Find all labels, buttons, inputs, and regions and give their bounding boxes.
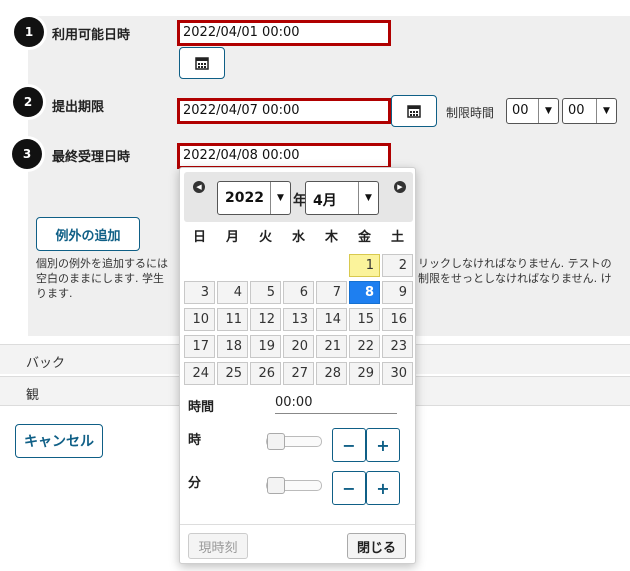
calendar-day[interactable]: 3 <box>184 281 215 304</box>
weekday-label: 日 <box>192 230 206 245</box>
calendar-day[interactable]: 10 <box>184 308 215 331</box>
calendar-icon <box>195 57 209 70</box>
time-limit-minute-select[interactable]: 00 ▼ <box>562 98 617 124</box>
description-line: 制限をせっとしなければなりません. け <box>418 272 612 285</box>
time-limit-hour-select[interactable]: 00 ▼ <box>506 98 559 124</box>
due-date-input[interactable]: 2022/04/07 00:00 <box>177 98 391 124</box>
calendar-day[interactable]: 6 <box>283 281 314 304</box>
time-limit-hour-value: 00 <box>512 103 529 118</box>
hour-slider-handle[interactable] <box>267 433 285 450</box>
prev-month-icon[interactable]: ◀ <box>193 181 205 193</box>
step-badge-1: 1 <box>14 17 44 47</box>
chevron-down-icon: ▼ <box>538 99 558 123</box>
calendar-day[interactable]: 11 <box>217 308 248 331</box>
calendar-day[interactable]: 24 <box>184 362 215 385</box>
hour-increment-button[interactable]: + <box>366 428 400 462</box>
calendar-day[interactable]: 18 <box>217 335 248 358</box>
calendar-day[interactable]: 19 <box>250 335 281 358</box>
weekday-label: 土 <box>390 230 404 245</box>
weekday-label: 木 <box>324 230 338 245</box>
weekday-label: 水 <box>291 230 305 245</box>
hour-decrement-button[interactable]: − <box>332 428 366 462</box>
picker-footer-divider <box>180 524 415 525</box>
next-month-icon[interactable]: ▶ <box>394 181 406 193</box>
calendar-day[interactable]: 29 <box>349 362 380 385</box>
weekday-label: 月 <box>225 230 239 245</box>
cancel-button[interactable]: キャンセル <box>15 424 103 458</box>
step-badge-2: 2 <box>13 87 43 117</box>
calendar-day[interactable]: 5 <box>250 281 281 304</box>
minute-decrement-button[interactable]: − <box>332 471 366 505</box>
calendar-day[interactable]: 17 <box>184 335 215 358</box>
calendar-day[interactable]: 26 <box>250 362 281 385</box>
weekday-label: 金 <box>357 230 371 245</box>
chevron-down-icon: ▼ <box>358 182 378 214</box>
available-from-calendar-button[interactable] <box>179 47 225 79</box>
assignment-dates-form: 1 利用可能日時 2022/04/01 00:00 2 提出期限 2022/04… <box>0 0 630 571</box>
calendar-day[interactable]: 12 <box>250 308 281 331</box>
date-picker-popup: ◀ 2022 ▼ 年 4月 ▼ ▶ 日月火水木金土 1 2 3 4 5 6 7 8 9 10 11 1… <box>179 167 416 564</box>
calendar-day[interactable]: 20 <box>283 335 314 358</box>
time-label: 時間 <box>188 400 215 415</box>
year-select[interactable]: 2022 ▼ <box>217 181 291 215</box>
calendar-day[interactable]: 27 <box>283 362 314 385</box>
description-line: リックしなければなりません. テストの <box>418 257 612 270</box>
time-limit-label: 制限時間 <box>446 106 495 120</box>
calendar-day[interactable]: 9 <box>382 281 413 304</box>
calendar-day[interactable]: 23 <box>382 335 413 358</box>
calendar-day[interactable]: 4 <box>217 281 248 304</box>
calendar-day[interactable]: 22 <box>349 335 380 358</box>
step-badge-3: 3 <box>12 139 42 169</box>
minute-label: 分 <box>188 476 202 491</box>
minute-slider-handle[interactable] <box>267 477 285 494</box>
calendar-day[interactable]: 1 <box>349 254 380 277</box>
cutoff-date-input[interactable]: 2022/04/08 00:00 <box>177 143 391 169</box>
calendar-day[interactable]: 25 <box>217 362 248 385</box>
calendar-day[interactable]: 15 <box>349 308 380 331</box>
calendar-day[interactable]: 7 <box>316 281 347 304</box>
calendar-day[interactable]: 14 <box>316 308 347 331</box>
time-limit-minute-value: 00 <box>568 103 585 118</box>
minute-increment-button[interactable]: + <box>366 471 400 505</box>
calendar-day[interactable]: 13 <box>283 308 314 331</box>
overview-section-label: 観 <box>26 388 40 403</box>
calendar-day[interactable]: 28 <box>316 362 347 385</box>
calendar-day[interactable]: 2 <box>382 254 413 277</box>
feedback-section-label: バック <box>26 356 66 371</box>
month-value: 4月 <box>313 193 337 209</box>
chevron-down-icon: ▼ <box>596 99 616 123</box>
calendar-icon <box>407 105 421 118</box>
due-date-label: 提出期限 <box>52 100 105 115</box>
add-exception-button[interactable]: 例外の追加 <box>36 217 140 251</box>
minute-slider[interactable] <box>266 477 322 494</box>
hour-label: 時 <box>188 433 202 448</box>
chevron-down-icon: ▼ <box>270 182 290 214</box>
weekday-label: 火 <box>258 230 272 245</box>
month-select[interactable]: 4月 ▼ <box>305 181 379 215</box>
calendar-day[interactable]: 21 <box>316 335 347 358</box>
available-from-input[interactable]: 2022/04/01 00:00 <box>177 20 391 46</box>
hour-slider[interactable] <box>266 433 322 450</box>
calendar-day[interactable]: 30 <box>382 362 413 385</box>
close-button[interactable]: 閉じる <box>347 533 406 559</box>
available-from-label: 利用可能日時 <box>52 28 131 43</box>
due-date-calendar-button[interactable] <box>391 95 437 127</box>
calendar-day[interactable]: 8 <box>349 281 380 304</box>
now-button[interactable]: 現時刻 <box>188 533 248 559</box>
time-value: 00:00 <box>275 395 397 414</box>
cutoff-date-label: 最終受理日時 <box>52 150 131 165</box>
calendar-header: ◀ 2022 ▼ 年 4月 ▼ ▶ <box>184 172 413 222</box>
exception-description-right: リックしなければなりません. テストの 制限をせっとしなければなりません. け <box>418 256 628 286</box>
calendar-day[interactable]: 16 <box>382 308 413 331</box>
year-value: 2022 <box>225 190 264 206</box>
